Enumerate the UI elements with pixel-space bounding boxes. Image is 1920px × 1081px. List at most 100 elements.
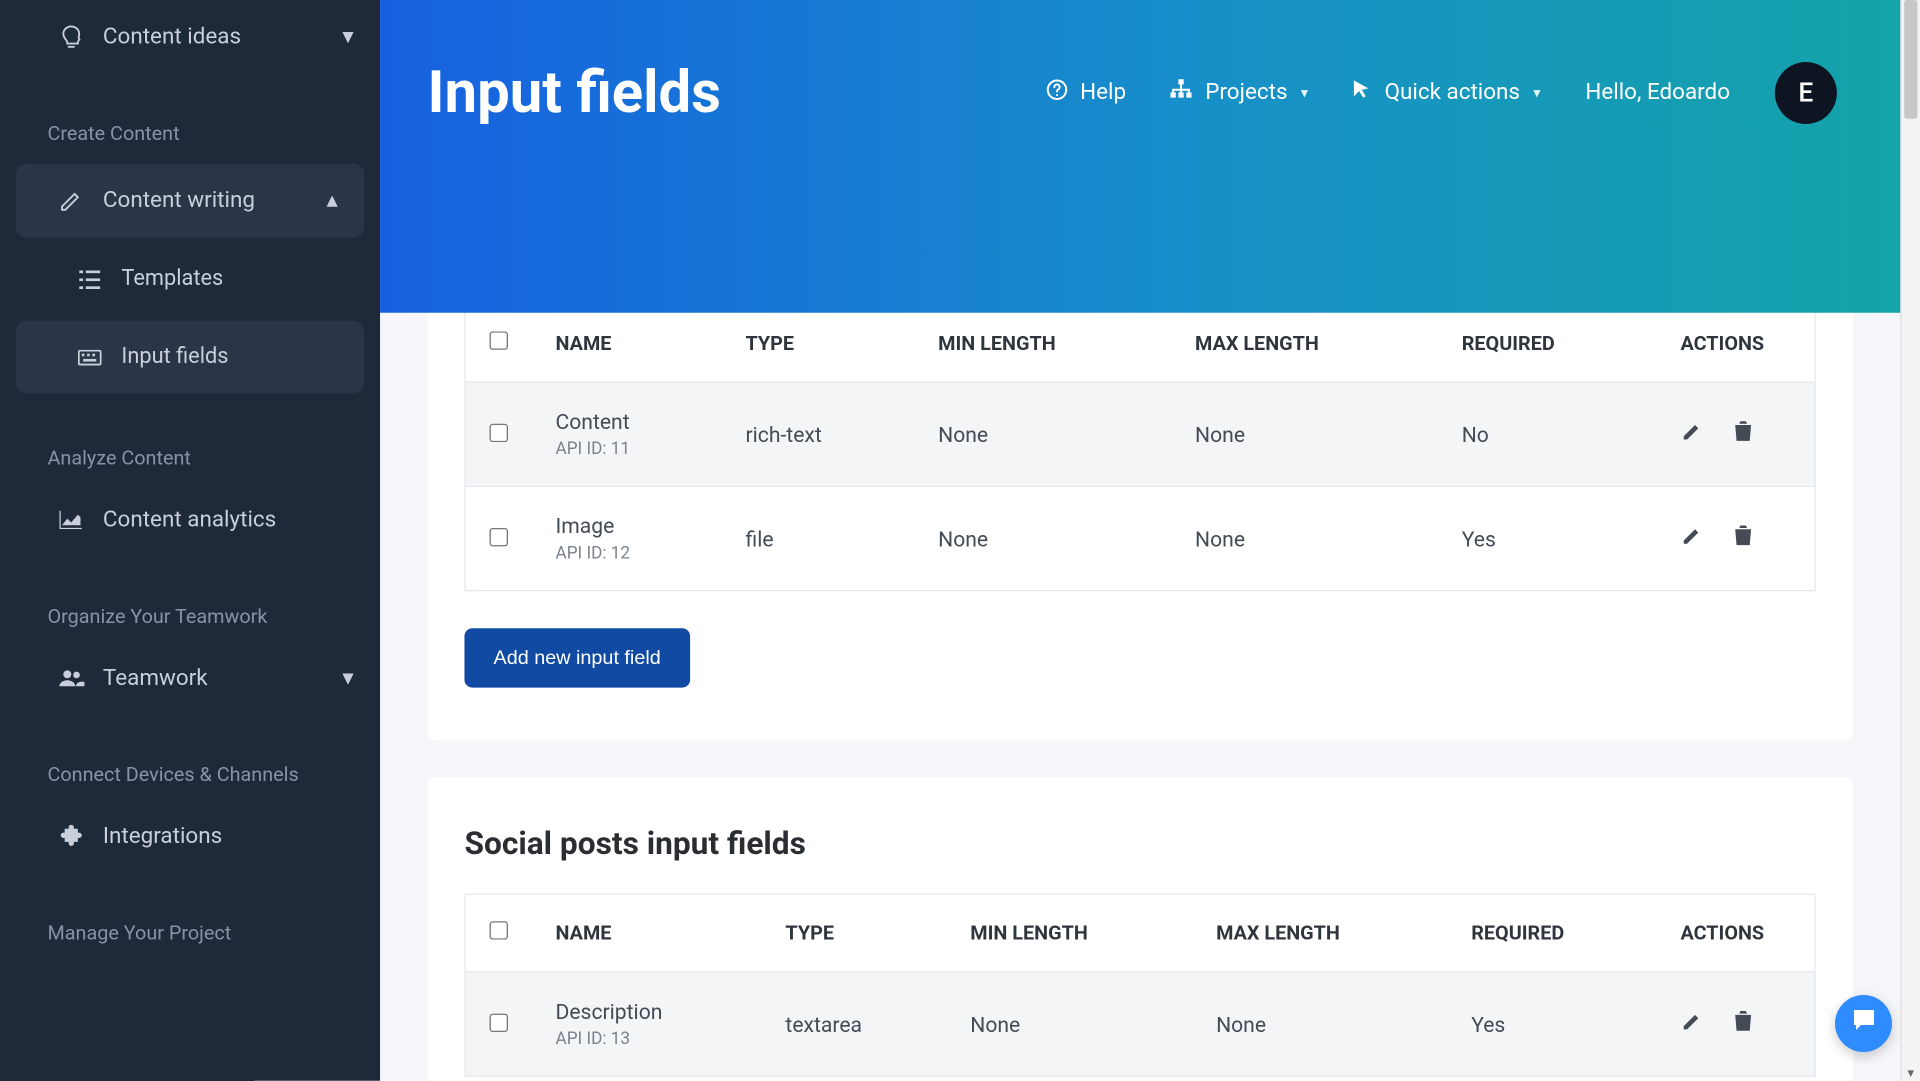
trash-icon[interactable] — [1733, 421, 1751, 447]
header-action-label: Projects — [1205, 79, 1287, 105]
greeting: Hello, Edoardo — [1585, 79, 1730, 105]
list-icon — [77, 270, 103, 288]
col-type: TYPE — [762, 894, 947, 972]
col-minlen: MIN LENGTH — [914, 304, 1171, 382]
sidebar-section-connect: Connect Devices & Channels — [0, 715, 380, 799]
col-maxlen: MAX LENGTH — [1192, 894, 1447, 972]
chevron-down-icon[interactable]: ▾ — [1902, 1066, 1920, 1081]
sidebar-item-input-fields[interactable]: Input fields — [16, 321, 364, 394]
field-name: Content — [556, 409, 630, 434]
cursor-icon — [1353, 79, 1371, 107]
cell-type: rich-text — [722, 382, 915, 486]
cell-actions — [1657, 382, 1815, 486]
sidebar-section-analyze: Analyze Content — [0, 399, 380, 483]
users-icon — [58, 669, 84, 687]
projects-dropdown[interactable]: Projects ▾ — [1171, 79, 1308, 107]
col-required: REQUIRED — [1438, 304, 1657, 382]
cell-required: Yes — [1438, 486, 1657, 590]
col-required: REQUIRED — [1448, 894, 1657, 972]
lightbulb-icon — [58, 25, 84, 49]
section-card: Social posts input fields NAMETYPEMIN LEN… — [428, 777, 1853, 1081]
col-name: NAME — [532, 894, 762, 972]
header-action-label: Help — [1080, 79, 1126, 105]
chat-icon — [1850, 1006, 1878, 1041]
cell-actions — [1657, 972, 1815, 1076]
row-checkbox[interactable] — [490, 527, 508, 545]
cell-min: None — [947, 972, 1193, 1076]
sidebar-item-templates[interactable]: Templates — [0, 243, 380, 316]
cell-min: None — [914, 382, 1171, 486]
col-actions: ACTIONS — [1657, 894, 1815, 972]
sidebar: Content ideas ▾ Create Content Content w… — [0, 0, 380, 1081]
add-input-field-button[interactable]: Add new input field — [464, 628, 689, 687]
main-area: Input fields Help Projects ▾ — [380, 0, 1900, 1081]
sitemap-icon — [1171, 79, 1192, 107]
content-scroll[interactable]: Blog posts input fieldsNAMETYPEMIN LENGT… — [380, 187, 1900, 1080]
row-checkbox[interactable] — [490, 423, 508, 441]
cell-type: textarea — [762, 972, 947, 1076]
sidebar-section-create: Create Content — [0, 74, 380, 158]
trash-icon[interactable] — [1733, 1011, 1751, 1037]
field-name: Image — [556, 513, 615, 538]
puzzle-icon — [58, 825, 84, 849]
select-all-checkbox[interactable] — [490, 331, 508, 349]
section-title: Social posts input fields — [464, 825, 1815, 862]
edit-icon[interactable] — [1681, 1011, 1702, 1037]
edit-icon — [58, 189, 84, 213]
cell-name: Description API ID: 13 — [532, 972, 762, 1076]
col-type: TYPE — [722, 304, 915, 382]
quick-actions-dropdown[interactable]: Quick actions ▾ — [1353, 79, 1541, 107]
sidebar-item-content-writing[interactable]: Content writing ▴ — [16, 164, 364, 238]
sidebar-section-organize: Organize Your Teamwork — [0, 557, 380, 641]
sidebar-item-label: Integrations — [103, 823, 222, 849]
chat-fab[interactable] — [1835, 995, 1892, 1052]
select-all-header — [465, 894, 532, 972]
cell-max: None — [1171, 486, 1438, 590]
cell-min: None — [914, 486, 1171, 590]
cell-name: ImageAPI ID: 12 — [532, 486, 722, 590]
page-title: Input fields — [428, 58, 1046, 127]
edit-icon[interactable] — [1681, 421, 1702, 447]
sidebar-item-content-analytics[interactable]: Content analytics — [0, 483, 380, 557]
keyboard-icon — [77, 349, 103, 365]
cell-name: Content API ID: 11 — [532, 382, 722, 486]
col-maxlen: MAX LENGTH — [1171, 304, 1438, 382]
cell-required: No — [1438, 382, 1657, 486]
table-row: ImageAPI ID: 12fileNoneNoneYes — [465, 486, 1815, 590]
select-all-header — [465, 304, 532, 382]
cell-type: file — [722, 486, 915, 590]
field-name: Description — [556, 999, 663, 1024]
window-scrollbar[interactable]: ▾ — [1900, 0, 1920, 1081]
sidebar-item-teamwork[interactable]: Teamwork ▾ — [0, 641, 380, 715]
cell-required: Yes — [1448, 972, 1657, 1076]
help-link[interactable]: Help — [1046, 79, 1126, 107]
field-api-id: API ID: 11 — [556, 439, 698, 459]
scrollbar-thumb[interactable] — [1904, 0, 1917, 119]
chart-area-icon — [58, 511, 84, 529]
chevron-down-icon: ▾ — [342, 665, 353, 691]
col-minlen: MIN LENGTH — [947, 894, 1193, 972]
row-checkbox[interactable] — [490, 1013, 508, 1031]
sidebar-item-label: Content writing — [103, 187, 255, 213]
sidebar-item-label: Templates — [121, 267, 223, 292]
sidebar-item-integrations[interactable]: Integrations — [0, 800, 380, 874]
col-name: NAME — [532, 304, 722, 382]
sidebar-item-content-ideas[interactable]: Content ideas ▾ — [0, 0, 380, 74]
greeting-text: Hello, Edoardo — [1585, 79, 1730, 105]
header: Input fields Help Projects ▾ — [380, 0, 1900, 313]
avatar[interactable]: E — [1775, 61, 1837, 123]
header-action-label: Quick actions — [1385, 79, 1520, 105]
cell-max: None — [1192, 972, 1447, 1076]
fields-table: NAMETYPEMIN LENGTHMAX LENGTHREQUIREDACTI… — [464, 893, 1815, 1076]
sidebar-item-label: Content ideas — [103, 24, 241, 50]
sidebar-item-label: Teamwork — [103, 665, 208, 691]
sidebar-item-label: Input fields — [121, 344, 228, 369]
field-api-id: API ID: 13 — [556, 1029, 738, 1049]
help-icon — [1046, 79, 1067, 107]
trash-icon[interactable] — [1733, 525, 1751, 551]
chevron-down-icon: ▾ — [1533, 84, 1540, 101]
edit-icon[interactable] — [1681, 525, 1702, 551]
sidebar-section-manage: Manage Your Project — [0, 874, 380, 958]
sidebar-item-label: Content analytics — [103, 507, 276, 533]
select-all-checkbox[interactable] — [490, 921, 508, 939]
